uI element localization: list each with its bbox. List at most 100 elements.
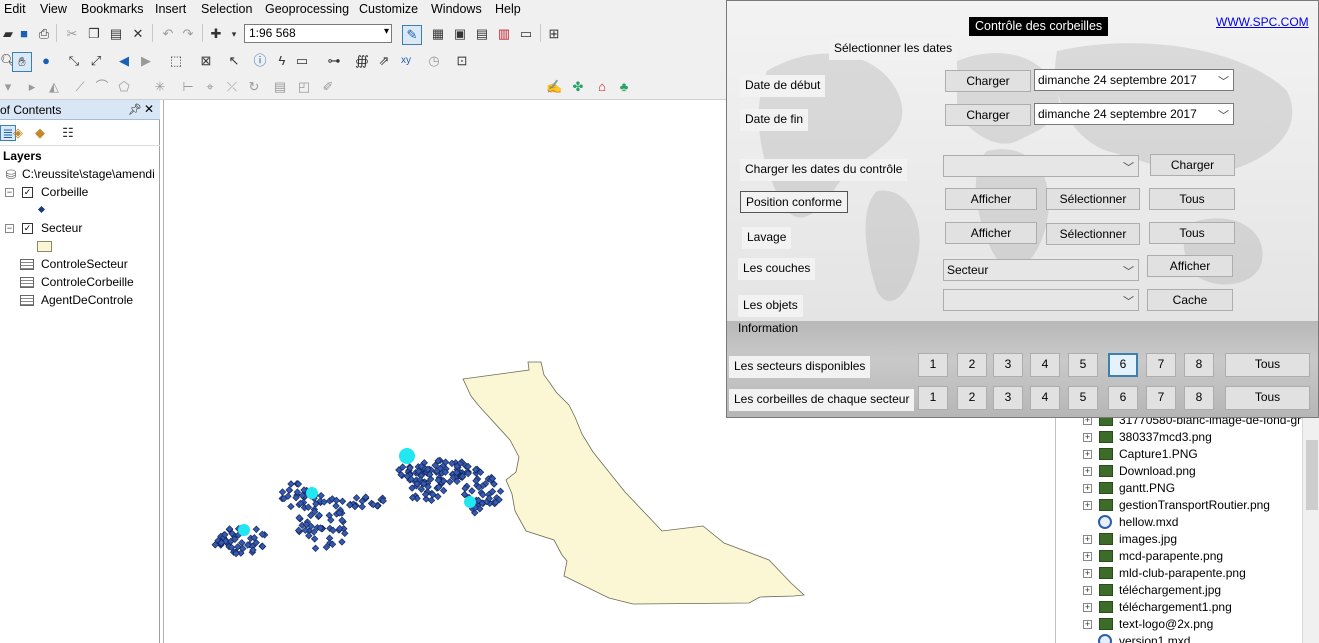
load-end-date-button[interactable]: Charger: [945, 104, 1031, 126]
expand-icon[interactable]: +: [1083, 484, 1092, 493]
sector-1-button[interactable]: 1: [918, 353, 948, 377]
corbeille-point[interactable]: [352, 494, 361, 502]
cut-polygon-icon[interactable]: ⌖: [202, 79, 218, 95]
table-controlesecteur[interactable]: ControleSecteur: [0, 256, 160, 274]
catalog-item[interactable]: + text-logo@2x.png: [1056, 616, 1302, 633]
editor-toolbar-icon[interactable]: ✎: [402, 25, 422, 45]
menu-help[interactable]: Help: [495, 2, 521, 16]
bin-sector-4-button[interactable]: 4: [1030, 386, 1060, 410]
catalog-item[interactable]: + Capture1.PNG: [1056, 446, 1302, 463]
layers-show-button[interactable]: Afficher: [1147, 255, 1233, 277]
expand-icon[interactable]: +: [1083, 535, 1092, 544]
sector-5-button[interactable]: 5: [1068, 353, 1098, 377]
arctoolbox-icon[interactable]: ▥: [496, 26, 512, 42]
corbeille-point[interactable]: [278, 488, 287, 496]
corbeille-point[interactable]: [439, 486, 448, 495]
data-frame-path[interactable]: ⛁ C:\reussite\stage\amendi: [0, 166, 160, 184]
catalog-item[interactable]: + gestionTransportRoutier.png: [1056, 497, 1302, 514]
layer-visibility-checkbox[interactable]: ✓: [22, 223, 33, 234]
go-to-xy-icon[interactable]: xy: [398, 53, 414, 69]
expand-icon[interactable]: +: [1083, 467, 1092, 476]
forward-icon[interactable]: ▶: [138, 53, 154, 69]
clear-selection-icon[interactable]: ⊠: [198, 53, 214, 69]
list-by-visibility-icon[interactable]: ◆: [32, 125, 48, 141]
bin-sector-2-button[interactable]: 2: [957, 386, 987, 410]
custom-tool-green-icon[interactable]: ✤: [570, 79, 586, 95]
corbeille-point[interactable]: [305, 532, 313, 540]
time-slider-icon[interactable]: ◷: [426, 53, 442, 69]
menu-geoprocessing[interactable]: Geoprocessing: [265, 2, 349, 16]
expand-icon[interactable]: +: [1083, 501, 1092, 510]
model-builder-icon[interactable]: ⊞: [546, 26, 562, 42]
expand-icon[interactable]: +: [1083, 552, 1092, 561]
table-agentdecontrole[interactable]: AgentDeControle: [0, 292, 160, 310]
close-icon[interactable]: ✕: [144, 102, 154, 116]
create-features-icon[interactable]: ✐: [320, 79, 336, 95]
expand-icon[interactable]: +: [1083, 620, 1092, 629]
reshape-icon[interactable]: ⤫: [224, 79, 240, 95]
identify-icon[interactable]: ⓘ: [252, 53, 268, 69]
layer-corbeille[interactable]: − ✓ Corbeille: [0, 184, 160, 202]
construction-tools-icon[interactable]: ⬠: [116, 79, 132, 95]
expand-icon[interactable]: +: [1083, 450, 1092, 459]
catalog-item[interactable]: + mcd-parapente.png: [1056, 548, 1302, 565]
corbeille-point[interactable]: [358, 503, 366, 511]
html-popup-icon[interactable]: ▭: [294, 53, 310, 69]
search-window-icon[interactable]: ▤: [474, 26, 490, 42]
find-route-icon[interactable]: ⇗: [376, 53, 392, 69]
add-data-icon[interactable]: ✚: [208, 26, 224, 42]
python-window-icon[interactable]: ▭: [518, 26, 534, 42]
select-elements-icon[interactable]: ↖: [226, 53, 242, 69]
catalog-item[interactable]: + images.jpg: [1056, 531, 1302, 548]
lavage-all-button[interactable]: Tous: [1149, 222, 1235, 244]
sectors-all-button[interactable]: Tous: [1225, 353, 1310, 377]
bin-sector-3-button[interactable]: 3: [993, 386, 1023, 410]
corbeille-point[interactable]: [287, 502, 295, 511]
toc-window-icon[interactable]: ▦: [430, 26, 446, 42]
catalog-item[interactable]: +380337mcd3.png: [1056, 429, 1302, 446]
cut-icon[interactable]: ✂: [64, 26, 80, 42]
copy-icon[interactable]: ❐: [86, 26, 102, 42]
sector-8-button[interactable]: 8: [1184, 353, 1214, 377]
expand-icon[interactable]: +: [1083, 603, 1092, 612]
layer-visibility-checkbox[interactable]: ✓: [22, 187, 33, 198]
paste-icon[interactable]: ▤: [108, 26, 124, 42]
catalog-item[interactable]: + mld-club-parapente.png: [1056, 565, 1302, 582]
catalog-item[interactable]: hellow.mxd: [1056, 514, 1302, 531]
custom-tool-basket-icon[interactable]: ♣: [616, 79, 632, 95]
objects-select[interactable]: ﹀: [943, 289, 1139, 311]
straight-segment-icon[interactable]: ⟋: [72, 79, 88, 95]
sector-4-button[interactable]: 4: [1030, 353, 1060, 377]
save-icon[interactable]: ■: [16, 26, 32, 42]
catalog-window-icon[interactable]: ▣: [452, 26, 468, 42]
rotate-icon[interactable]: ↻: [246, 79, 262, 95]
corbeille-point[interactable]: [468, 487, 476, 495]
website-link[interactable]: WWW.SPC.COM: [1216, 15, 1309, 29]
highlighted-corbeille-point[interactable]: [399, 448, 415, 464]
corbeille-point[interactable]: [427, 496, 436, 505]
menu-view[interactable]: View: [40, 2, 67, 16]
corbeille-point[interactable]: [285, 486, 293, 494]
load-control-dates-button[interactable]: Charger: [1150, 154, 1235, 176]
corbeille-point[interactable]: [338, 538, 346, 546]
sector-2-button[interactable]: 2: [957, 353, 987, 377]
menu-selection[interactable]: Selection: [201, 2, 252, 16]
corbeille-point[interactable]: [338, 497, 347, 505]
catalog-item[interactable]: + gantt.PNG: [1056, 480, 1302, 497]
hide-button[interactable]: Cache: [1147, 289, 1233, 311]
bin-sector-7-button[interactable]: 7: [1146, 386, 1176, 410]
bin-sector-8-button[interactable]: 8: [1184, 386, 1214, 410]
bin-sector-1-button[interactable]: 1: [918, 386, 948, 410]
back-icon[interactable]: ◀: [116, 53, 132, 69]
edit-annotation-icon[interactable]: ◭: [46, 79, 62, 95]
corbeille-point[interactable]: [252, 525, 261, 533]
sector-6-button[interactable]: 6: [1108, 353, 1138, 377]
lavage-show-button[interactable]: Afficher: [945, 222, 1037, 244]
corbeille-point[interactable]: [310, 535, 319, 543]
end-date-picker[interactable]: dimanche 24 septembre 2017 ﹀: [1034, 103, 1234, 125]
print-icon[interactable]: ⎙: [36, 26, 52, 42]
custom-tool-pencil-icon[interactable]: ✍: [546, 79, 562, 95]
bin-sector-5-button[interactable]: 5: [1068, 386, 1098, 410]
pin-icon[interactable]: 📌︎: [128, 103, 142, 116]
lavage-select-button[interactable]: Sélectionner: [1046, 223, 1140, 245]
